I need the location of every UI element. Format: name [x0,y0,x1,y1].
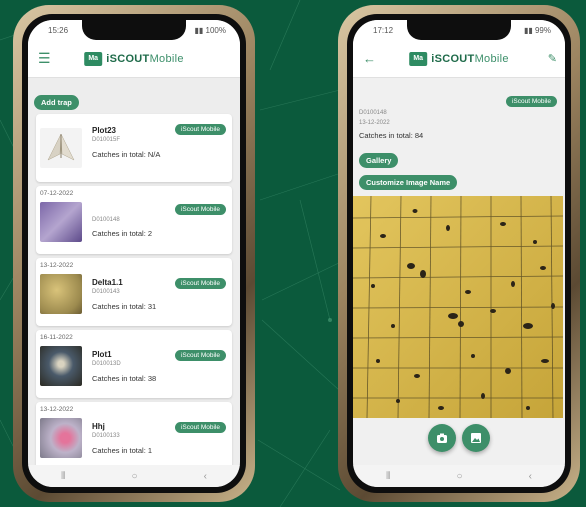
trap-thumbnail [40,346,82,386]
status-time: 17:12 [373,25,394,35]
trap-code: D010015F [92,137,121,143]
battery-status: ▮▮ 99% [523,25,551,35]
add-trap-button[interactable]: Add trap [34,95,79,110]
trap-card[interactable]: 13-12-2022 Hhj D0100133 Catches in total… [36,402,232,470]
device-badge: iScout Mobile [174,278,226,289]
home-icon[interactable]: ○ [132,471,138,482]
trap-date: 13-12-2022 [359,120,390,126]
back-arrow-icon[interactable]: ← [363,51,376,66]
status-time: 15:26 [48,25,69,35]
android-nav-bar: ⦀ ○ ‹ [353,465,565,487]
trap-code: D0100148 [92,217,120,223]
trap-card[interactable]: Plot23 D010015F Catches in total: N/A iS… [36,114,232,182]
camera-icon [437,433,447,443]
recent-apps-icon[interactable]: ⦀ [386,471,390,482]
traps-list-screen: 15:26 ▮▮ 100% ☰ Ma iSCOUTMobile Add trap [28,20,240,487]
trap-name: Delta1.1 [92,278,123,287]
trap-code: D010013D [92,361,121,367]
trap-date: 13-12-2022 [40,262,74,269]
left-phone: 15:26 ▮▮ 100% ☰ Ma iSCOUTMobile Add trap [13,5,255,502]
trap-catches: Catches in total: 2 [92,229,153,238]
trap-detail-screen: 17:12 ▮▮ 99% ← Ma iSCOUTMobile ✎ iScout … [353,20,565,487]
trap-catches: Catches in total: N/A [92,150,161,159]
right-phone: 17:12 ▮▮ 99% ← Ma iSCOUTMobile ✎ iScout … [338,5,580,502]
trap-code: D0100143 [92,289,120,295]
camera-button[interactable] [428,424,456,452]
app-bar: ☰ Ma iSCOUTMobile [28,40,240,78]
phone-notch [407,20,511,40]
phone-notch [82,20,186,40]
moth-icon [47,133,75,161]
device-badge: iScout Mobile [174,350,226,361]
android-nav-bar: ⦀ ○ ‹ [28,465,240,487]
trap-name: Plot23 [92,126,117,135]
logo-mark: Ma [409,51,428,66]
trap-code: D0100148 [359,110,387,116]
app-logo: Ma iSCOUTMobile [409,51,509,66]
trap-date: 13-12-2022 [40,406,74,413]
trap-card[interactable]: 16-11-2022 Plot1 D010013D Catches in tot… [36,330,232,398]
trap-thumbnail [40,418,82,458]
logo-mark: Ma [84,51,103,66]
customize-image-name-button[interactable]: Customize Image Name [359,175,458,190]
gallery-button[interactable]: Gallery [359,153,399,168]
recent-apps-icon[interactable]: ⦀ [61,471,65,482]
trap-code: D0100133 [92,433,120,439]
home-icon[interactable]: ○ [457,471,463,482]
device-badge: iScout Mobile [174,422,226,433]
image-picker-button[interactable] [462,424,490,452]
device-badge: iScout Mobile [505,96,557,107]
trap-card[interactable]: 13-12-2022 Delta1.1 D0100143 Catches in … [36,258,232,326]
device-badge: iScout Mobile [174,204,226,215]
trap-name: Hhj [92,422,105,431]
image-icon [471,433,481,443]
device-badge: iScout Mobile [174,124,226,135]
battery-status: ▮▮ 100% [194,25,227,35]
trap-catches: Catches in total: 1 [92,446,153,455]
trap-thumbnail [40,274,82,314]
edit-icon[interactable]: ✎ [548,52,557,65]
trap-date: 16-11-2022 [40,334,73,341]
app-logo: Ma iSCOUTMobile [84,51,184,66]
trap-thumbnail [40,128,82,168]
trap-catches: Catches in total: 31 [92,302,157,311]
trap-image [353,196,563,418]
back-icon[interactable]: ‹ [529,471,532,482]
trap-name: Plot1 [92,350,112,359]
back-icon[interactable]: ‹ [204,471,207,482]
trap-catches: Catches in total: 84 [359,131,424,140]
trap-catches: Catches in total: 38 [92,374,157,383]
menu-icon[interactable]: ☰ [38,50,51,67]
trap-date: 07-12-2022 [40,190,74,197]
trap-thumbnail [40,202,82,242]
app-bar: ← Ma iSCOUTMobile ✎ [353,40,565,78]
trap-card[interactable]: 07-12-2022 D0100148 Catches in total: 2 … [36,186,232,254]
